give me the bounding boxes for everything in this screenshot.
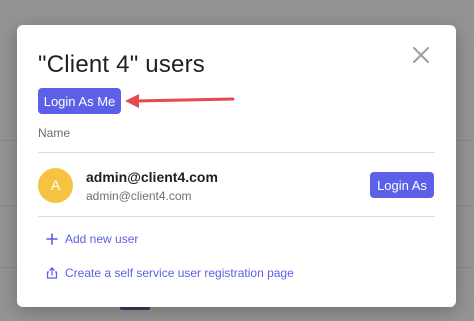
annotation-arrow (125, 93, 245, 114)
close-icon (410, 44, 432, 66)
user-name: admin@client4.com (86, 169, 218, 185)
login-as-me-button[interactable]: Login As Me (38, 88, 121, 114)
create-registration-page-link[interactable]: Create a self service user registration … (46, 264, 294, 282)
avatar: A (38, 168, 73, 203)
share-icon (46, 267, 58, 279)
close-button[interactable] (410, 44, 432, 66)
login-as-button[interactable]: Login As (370, 172, 434, 198)
users-modal: "Client 4" users Login As Me Name A admi… (17, 25, 456, 307)
user-row: A admin@client4.com admin@client4.com Lo… (38, 153, 435, 215)
plus-icon (46, 233, 58, 245)
user-email: admin@client4.com (86, 189, 192, 203)
create-registration-page-label: Create a self service user registration … (65, 266, 294, 280)
add-new-user-label: Add new user (65, 232, 139, 246)
row-divider (38, 216, 435, 217)
name-column-header: Name (38, 126, 71, 140)
add-new-user-link[interactable]: Add new user (46, 230, 138, 248)
modal-title: "Client 4" users (38, 51, 205, 78)
